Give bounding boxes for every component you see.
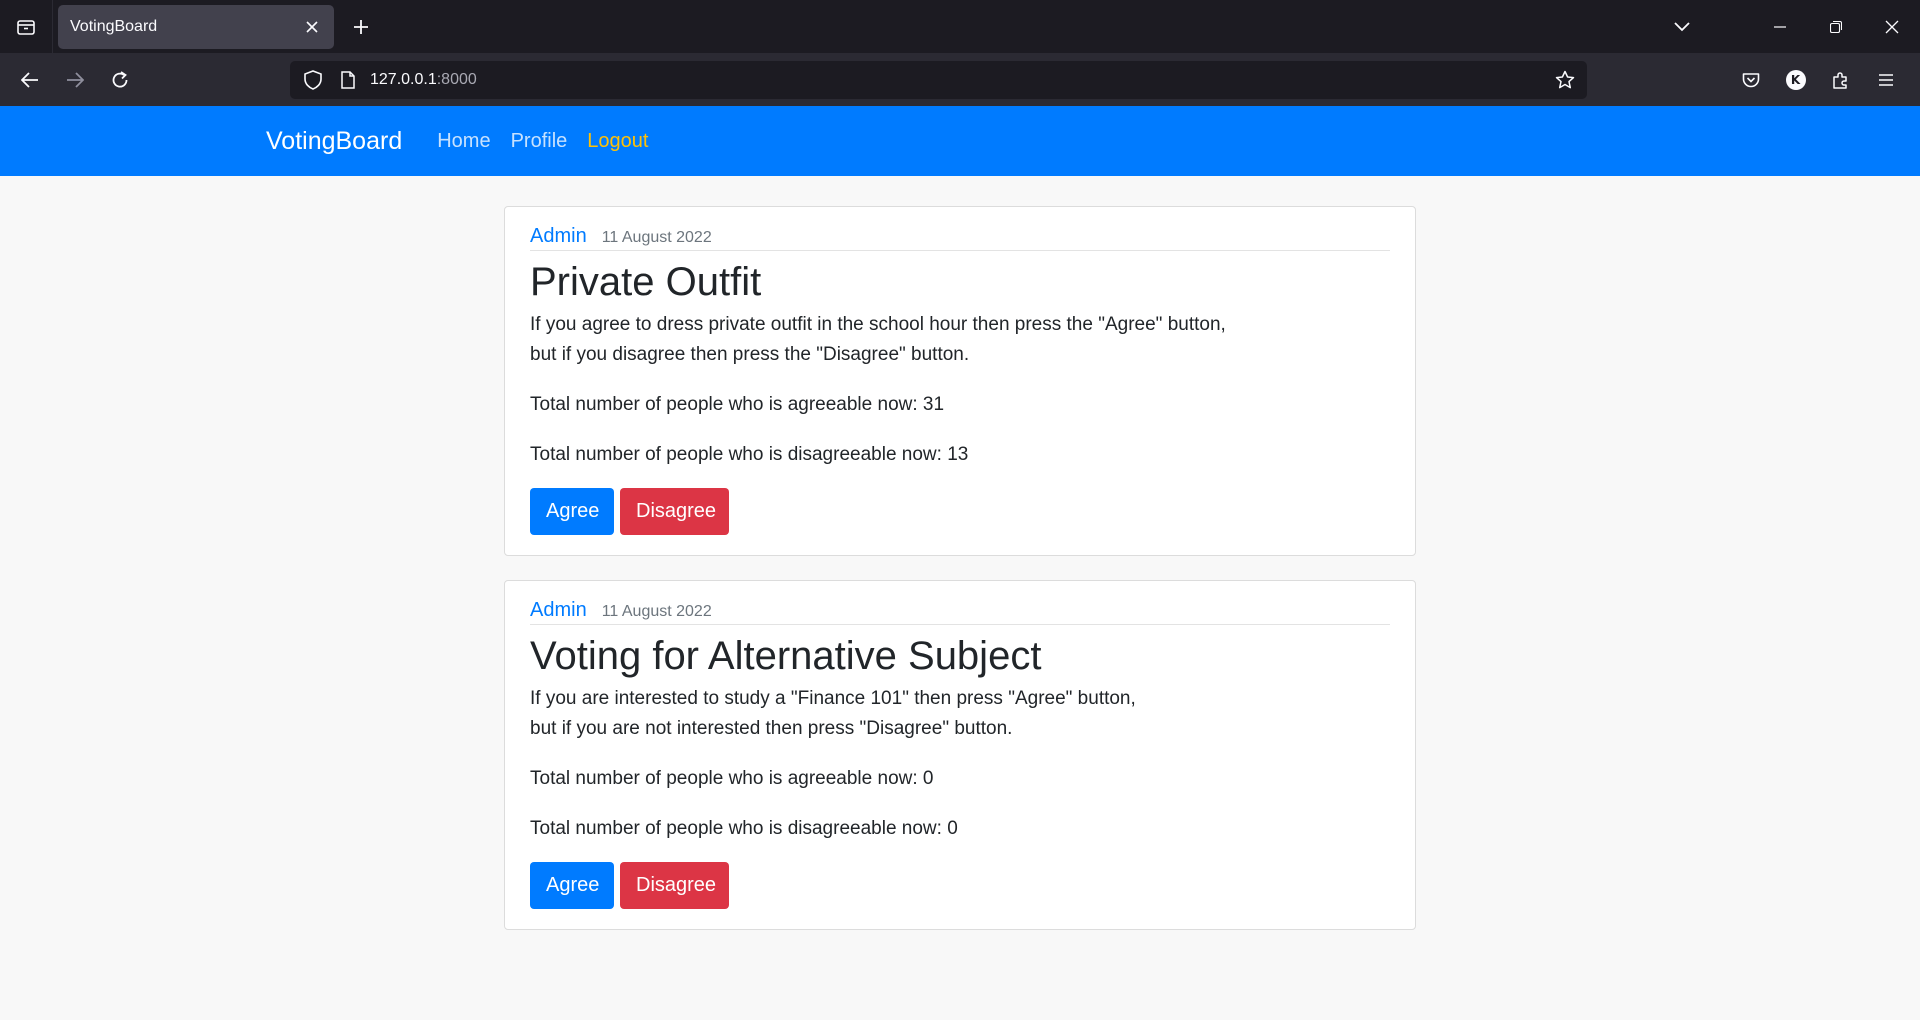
- post-meta: Admin 11 August 2022: [530, 225, 1390, 251]
- hamburger-menu-icon[interactable]: [1863, 57, 1908, 102]
- nav-profile-link[interactable]: Profile: [501, 130, 578, 153]
- minimize-icon[interactable]: [1752, 0, 1808, 53]
- reload-icon[interactable]: [97, 57, 142, 102]
- vote-actions: Agree Disagree: [530, 862, 1390, 909]
- disagree-count-text: Total number of people who is disagreeab…: [530, 444, 969, 465]
- site-nav-links: Home Profile Logout: [427, 130, 658, 153]
- tab-close-icon[interactable]: [302, 17, 322, 37]
- chevron-down-icon[interactable]: [1652, 0, 1712, 53]
- shield-icon[interactable]: [294, 70, 332, 90]
- site-navbar: VotingBoard Home Profile Logout: [0, 106, 1920, 176]
- vote-actions: Agree Disagree: [530, 488, 1390, 535]
- post-date: 11 August 2022: [601, 229, 712, 246]
- agree-button[interactable]: Agree: [530, 862, 614, 909]
- bookmark-star-icon[interactable]: [1543, 70, 1587, 90]
- page-icon[interactable]: [332, 71, 364, 89]
- site-brand[interactable]: VotingBoard: [266, 127, 402, 156]
- post-description-line: but if you disagree then press the "Disa…: [530, 344, 970, 365]
- disagree-button[interactable]: Disagree: [620, 862, 729, 909]
- post-description-line: but if you are not interested then press…: [530, 718, 1013, 739]
- post-title: Private Outfit: [530, 260, 762, 304]
- disagree-count-text: Total number of people who is disagreeab…: [530, 818, 958, 839]
- post-author-link[interactable]: Admin: [530, 225, 587, 248]
- post-description: If you are interested to study a "Financ…: [530, 684, 1290, 744]
- tab-separator: [52, 0, 53, 53]
- post-description: If you agree to dress private outfit in …: [530, 310, 1290, 370]
- back-arrow-icon[interactable]: [7, 57, 52, 102]
- browser-tab[interactable]: VotingBoard: [58, 4, 334, 49]
- address-bar[interactable]: 127.0.0.1:8000: [290, 61, 1587, 99]
- tab-list-icon[interactable]: [0, 0, 52, 53]
- disagree-button[interactable]: Disagree: [620, 488, 729, 535]
- pocket-icon[interactable]: [1728, 57, 1773, 102]
- post-author-link[interactable]: Admin: [530, 599, 587, 622]
- url-text[interactable]: 127.0.0.1:8000: [370, 71, 1543, 89]
- post-description-line: If you agree to dress private outfit in …: [530, 314, 1226, 335]
- post-title: Voting for Alternative Subject: [530, 634, 1042, 678]
- agree-count-text: Total number of people who is agreeable …: [530, 768, 934, 789]
- tab-title: VotingBoard: [70, 17, 158, 35]
- agree-button[interactable]: Agree: [530, 488, 614, 535]
- browser-tab-strip: VotingBoard: [0, 0, 1920, 53]
- new-tab-icon[interactable]: [338, 5, 384, 49]
- url-host: 127.0.0.1: [370, 71, 437, 88]
- post-meta: Admin 11 August 2022: [530, 599, 1390, 625]
- post-card: Admin 11 August 2022 Voting for Alternat…: [504, 580, 1416, 930]
- account-initial: K: [1785, 69, 1806, 90]
- post-date: 11 August 2022: [601, 603, 712, 620]
- nav-home-link[interactable]: Home: [427, 130, 500, 153]
- nav-logout-link[interactable]: Logout: [577, 130, 658, 153]
- close-window-icon[interactable]: [1864, 0, 1920, 53]
- agree-count-text: Total number of people who is agreeable …: [530, 394, 945, 415]
- account-avatar[interactable]: K: [1773, 57, 1818, 102]
- extensions-puzzle-icon[interactable]: [1818, 57, 1863, 102]
- post-description-line: If you are interested to study a "Financ…: [530, 688, 1136, 709]
- browser-toolbar: 127.0.0.1:8000 K: [0, 53, 1920, 106]
- url-port: :8000: [436, 71, 477, 88]
- forward-arrow-icon[interactable]: [52, 57, 97, 102]
- post-card: Admin 11 August 2022 Private Outfit If y…: [504, 206, 1416, 556]
- restore-icon[interactable]: [1808, 0, 1864, 53]
